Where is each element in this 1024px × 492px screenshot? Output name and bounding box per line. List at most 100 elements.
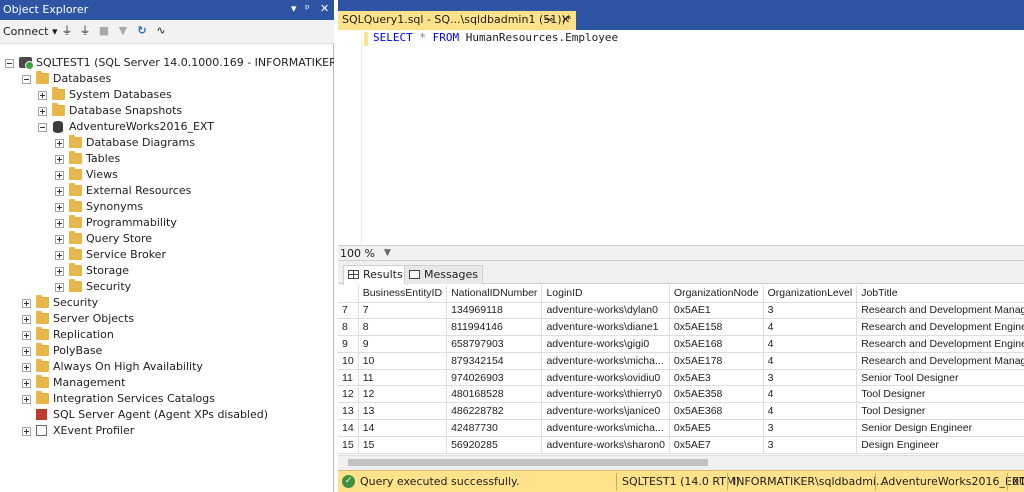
tree-node-server-objects[interactable]: Server Objects: [22, 311, 322, 327]
table-cell[interactable]: adventure-works\micha...: [541, 419, 670, 437]
table-cell[interactable]: 12: [358, 385, 448, 404]
window-position-icon[interactable]: ▾: [291, 2, 297, 15]
table-cell[interactable]: 56920285: [446, 436, 543, 454]
stop-icon[interactable]: ■: [97, 24, 111, 38]
table-cell[interactable]: 879342154: [446, 352, 543, 370]
column-header[interactable]: OrganizationLevel: [763, 285, 858, 303]
table-cell[interactable]: 4: [763, 352, 858, 370]
tree-node-security[interactable]: Security: [22, 295, 322, 311]
table-cell[interactable]: 0x5AE158: [669, 318, 764, 337]
table-row[interactable]: 13 13 486228782 adventure-works\janice0 …: [338, 402, 1024, 421]
expand-icon[interactable]: [55, 219, 64, 228]
horizontal-scrollbar[interactable]: [338, 455, 1024, 468]
table-cell[interactable]: 8: [358, 318, 448, 337]
table-cell[interactable]: 14: [358, 419, 448, 437]
expand-icon[interactable]: [55, 139, 64, 148]
row-number[interactable]: 9: [338, 335, 359, 353]
table-cell[interactable]: Research and Development Manager: [856, 302, 1024, 320]
expand-icon[interactable]: [22, 315, 31, 324]
table-cell[interactable]: adventure-works\diane1: [541, 318, 670, 337]
table-cell[interactable]: 480168528: [446, 385, 543, 404]
tree-node-query-store[interactable]: Query Store: [55, 231, 315, 247]
refresh-icon[interactable]: ↻: [135, 24, 149, 38]
table-cell[interactable]: 3: [763, 369, 858, 387]
auto-hide-pin-icon[interactable]: ᵖ: [305, 2, 310, 15]
table-cell[interactable]: Senior Tool Designer: [856, 369, 1024, 387]
table-cell[interactable]: 3: [763, 419, 858, 437]
table-cell[interactable]: adventure-works\sharon0: [541, 436, 670, 454]
pin-tab-icon[interactable]: ⊸: [544, 13, 553, 26]
table-cell[interactable]: 486228782: [446, 402, 543, 421]
row-number[interactable]: 7: [338, 302, 359, 320]
sql-editor[interactable]: SELECT * FROM HumanResources.Employee: [338, 30, 1024, 245]
expand-icon[interactable]: [55, 203, 64, 212]
tab-results[interactable]: Results: [343, 265, 408, 285]
tree-node-sql-agent[interactable]: SQL Server Agent (Agent XPs disabled): [22, 407, 322, 423]
table-cell[interactable]: 811994146: [446, 318, 543, 337]
table-cell[interactable]: Research and Development Engineer: [856, 318, 1024, 337]
table-row[interactable]: 15 15 56920285 adventure-works\sharon0 0…: [338, 436, 1024, 454]
tree-node-tables[interactable]: Tables: [55, 151, 315, 167]
plug-icon[interactable]: ⏚: [60, 24, 74, 38]
table-cell[interactable]: 0x5AE5: [669, 419, 764, 437]
table-cell[interactable]: 11: [358, 369, 448, 387]
filter-icon[interactable]: ▼: [116, 24, 130, 38]
row-number[interactable]: 14: [338, 419, 359, 437]
table-row[interactable]: 9 9 658797903 adventure-works\gigi0 0x5A…: [338, 335, 1024, 353]
expand-icon[interactable]: [55, 155, 64, 164]
column-header[interactable]: [338, 285, 359, 303]
table-row[interactable]: 11 11 974026903 adventure-works\ovidiu0 …: [338, 369, 1024, 387]
scrollbar-thumb[interactable]: [348, 459, 708, 466]
table-cell[interactable]: 0x5AE368: [669, 402, 764, 421]
column-header[interactable]: OrganizationNode: [669, 285, 764, 303]
row-number[interactable]: 10: [338, 352, 359, 370]
expand-icon[interactable]: [22, 347, 31, 356]
expand-icon[interactable]: [38, 91, 47, 100]
table-cell[interactable]: 9: [358, 335, 448, 353]
tree-node-storage[interactable]: Storage: [55, 263, 315, 279]
table-cell[interactable]: 0x5AE3: [669, 369, 764, 387]
tree-node-system-databases[interactable]: System Databases: [38, 87, 318, 103]
zoom-level[interactable]: 100 %: [340, 247, 375, 260]
row-number[interactable]: 11: [338, 369, 359, 387]
row-number[interactable]: 13: [338, 402, 359, 421]
column-header[interactable]: NationalIDNumber: [446, 285, 543, 303]
table-row[interactable]: 14 14 42487730 adventure-works\micha... …: [338, 419, 1024, 437]
table-cell[interactable]: 0x5AE168: [669, 335, 764, 353]
expand-icon[interactable]: [22, 427, 31, 436]
expand-icon[interactable]: [22, 331, 31, 340]
table-cell[interactable]: 134969118: [446, 302, 543, 320]
table-cell[interactable]: 974026903: [446, 369, 543, 387]
table-cell[interactable]: Tool Designer: [856, 402, 1024, 421]
table-cell[interactable]: Research and Development Engineer: [856, 335, 1024, 353]
tree-node-service-broker[interactable]: Service Broker: [55, 247, 315, 263]
table-cell[interactable]: 15: [358, 436, 448, 454]
expand-icon[interactable]: [55, 251, 64, 260]
collapse-icon[interactable]: [22, 75, 31, 84]
row-number[interactable]: 8: [338, 318, 359, 337]
expand-icon[interactable]: [22, 299, 31, 308]
table-cell[interactable]: 4: [763, 402, 858, 421]
table-cell[interactable]: 4: [763, 318, 858, 337]
table-cell[interactable]: Tool Designer: [856, 385, 1024, 404]
tree-node-xevent-profiler[interactable]: XEvent Profiler: [22, 423, 322, 439]
expand-icon[interactable]: [22, 395, 31, 404]
row-number[interactable]: 15: [338, 436, 359, 454]
table-cell[interactable]: 658797903: [446, 335, 543, 353]
expand-icon[interactable]: [55, 283, 64, 292]
table-cell[interactable]: adventure-works\gigi0: [541, 335, 670, 353]
sql-code-line[interactable]: SELECT * FROM HumanResources.Employee: [373, 31, 618, 44]
table-cell[interactable]: adventure-works\dylan0: [541, 302, 670, 320]
expand-icon[interactable]: [55, 235, 64, 244]
column-header[interactable]: JobTitle: [856, 285, 1024, 303]
tree-node-polybase[interactable]: PolyBase: [22, 343, 322, 359]
table-cell[interactable]: adventure-works\ovidiu0: [541, 369, 670, 387]
connect-button[interactable]: Connect ▾: [3, 25, 58, 38]
tab-sqlquery1[interactable]: SQLQuery1.sql - SQ...\sqldbadmin1 (51))*…: [338, 11, 576, 30]
table-cell[interactable]: adventure-works\thierry0: [541, 385, 670, 404]
table-cell[interactable]: 0x5AE178: [669, 352, 764, 370]
table-row[interactable]: 10 10 879342154 adventure-works\micha...…: [338, 352, 1024, 370]
tree-node-databases[interactable]: Databases: [22, 71, 322, 87]
table-cell[interactable]: 13: [358, 402, 448, 421]
tab-messages[interactable]: Messages: [404, 265, 483, 284]
